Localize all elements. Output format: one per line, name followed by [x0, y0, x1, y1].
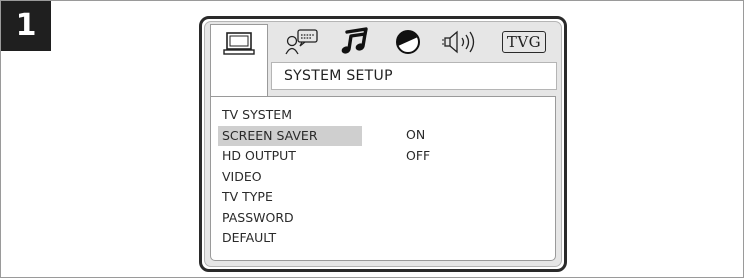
menu-item-password[interactable]: PASSWORD — [218, 208, 362, 229]
option-on[interactable]: ON — [406, 125, 430, 146]
instruction-frame: 1 TVG SYSTEM SETUP TV SYSTEM SCREEN SAVE… — [0, 0, 744, 278]
tvg-icon: TVG — [501, 31, 547, 53]
tab-video[interactable] — [391, 26, 425, 58]
menu-title: SYSTEM SETUP — [271, 62, 557, 90]
setup-menu-screen: TVG SYSTEM SETUP TV SYSTEM SCREEN SAVER … — [199, 16, 567, 272]
menu-item-tv-type[interactable]: TV TYPE — [218, 187, 362, 208]
tab-language[interactable] — [281, 26, 323, 58]
tab-rating[interactable]: TVG — [497, 26, 551, 58]
speech-bubble-icon — [284, 28, 320, 56]
speaker-icon — [441, 29, 481, 55]
menu-item-screen-saver[interactable]: SCREEN SAVER — [218, 125, 362, 146]
tab-speaker[interactable] — [439, 26, 483, 58]
menu-item-video[interactable]: VIDEO — [218, 167, 362, 188]
option-off[interactable]: OFF — [406, 146, 430, 167]
monitor-icon — [222, 31, 256, 57]
menu-list: TV SYSTEM SCREEN SAVER HD OUTPUT VIDEO T… — [218, 105, 362, 249]
menu-item-hd-output[interactable]: HD OUTPUT — [218, 146, 362, 167]
step-number-badge: 1 — [1, 1, 51, 51]
menu-item-tv-system[interactable]: TV SYSTEM — [218, 105, 362, 126]
menu-content-panel: TV SYSTEM SCREEN SAVER HD OUTPUT VIDEO T… — [210, 96, 556, 261]
music-note-icon — [339, 27, 371, 57]
setup-tab-strip: TVG — [205, 22, 561, 114]
option-list: ON OFF — [406, 125, 430, 166]
setup-menu-body: TVG SYSTEM SETUP TV SYSTEM SCREEN SAVER … — [204, 21, 562, 267]
menu-item-default[interactable]: DEFAULT — [218, 228, 362, 249]
half-circle-icon — [394, 28, 422, 56]
tab-audio[interactable] — [335, 26, 375, 58]
